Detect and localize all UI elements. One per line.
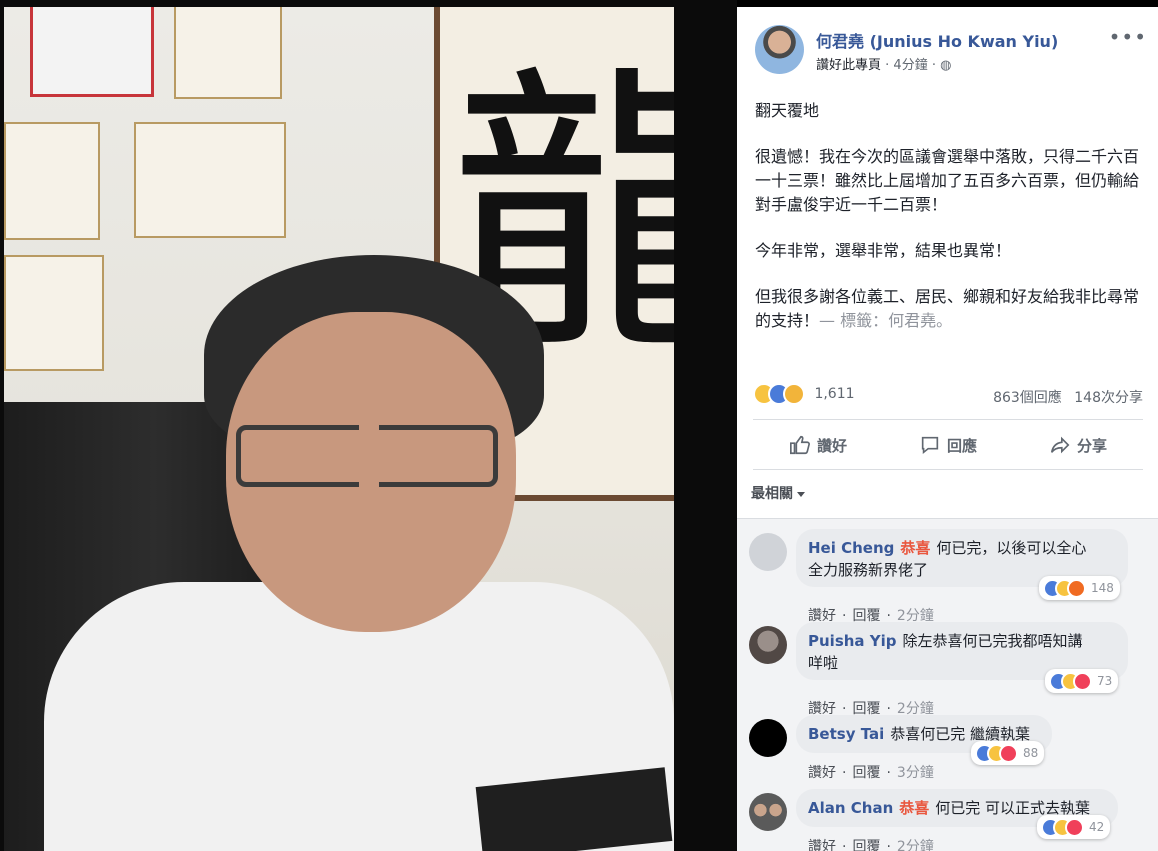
love-icon [999,743,1018,763]
post-text: 翻天覆地 很遺憾！我在今次的區議會選舉中落敗，只得二千六百一十三票！雖然比上屆增… [755,99,1145,355]
reaction-icons[interactable] [753,383,805,405]
comments-count[interactable]: 863個回應 [993,390,1062,406]
love-icon [1073,671,1092,691]
reactions-count[interactable]: 1,611 [814,386,854,402]
comment-time[interactable]: 3分鐘 [897,765,934,781]
user-avatar[interactable] [749,626,787,664]
wall-certificate [174,7,282,99]
comment-reaction-count: 42 [1089,820,1105,834]
post-paragraph: 今年非常，選舉非常，結果也異常！ [755,241,1012,260]
post-panel: 何君堯 (Junius Ho Kwan Yiu) 讚好此專頁 · 4分鐘 · ◍… [737,7,1158,851]
mention-tag: 恭喜 [899,799,930,817]
post-stats: 1,611 863個回應 148次分享 [753,383,1143,409]
user-avatar[interactable] [749,793,787,831]
tag-suffix: 。 [936,311,953,330]
comment-reaction-count: 148 [1091,581,1114,595]
photo-viewer: 龍 [0,0,737,851]
comment-reactions[interactable]: 73 [1045,669,1119,693]
separator: · [931,58,941,73]
post-paragraph-last: 但我很多謝各位義工、居民、鄉親和好友給我非比尋常的支持！— 標籤：何君堯。 [755,285,1145,333]
shares-count[interactable]: 148次分享 [1074,390,1143,406]
comment-reaction-count: 88 [1023,746,1039,760]
post-photo[interactable]: 龍 [4,7,674,851]
tag-prefix: — 標籤： [819,311,889,330]
globe-icon: ◍ [940,58,952,73]
comment-sort-dropdown[interactable]: 最相關 [751,483,805,503]
like-button[interactable]: 讚好 [789,434,847,456]
divider [753,419,1143,420]
comment-reaction-count: 73 [1097,674,1113,688]
comment-reactions[interactable]: 148 [1039,576,1120,600]
caret-down-icon [797,491,805,497]
like-button-label: 讚好 [816,436,847,455]
comment-text: 咩啦 [808,654,839,672]
comment-actions: 讚好 · 回覆 · 3分鐘 [808,762,940,782]
dot: · [886,765,891,781]
glasses [236,425,498,487]
comment-actions: 讚好 · 回覆 · 2分鐘 [808,836,940,851]
commenter-name[interactable]: Puisha Yip [808,632,897,650]
wall-certificate [4,122,100,240]
user-avatar[interactable] [749,719,787,757]
thumbs-up-icon [789,435,810,455]
post-paragraph: 很遺憾！我在今次的區議會選舉中落敗，只得二千六百一十三票！雖然比上屆增加了五百多… [755,147,1140,214]
mention-tag: 恭喜 [900,539,931,557]
comment-text: 除左恭喜何已完我都唔知講 [902,632,1083,650]
love-icon [1065,817,1084,837]
comment-reactions[interactable]: 88 [971,741,1045,765]
dot: · [842,839,847,851]
commenter-name[interactable]: Alan Chan [808,799,893,817]
commenter-name[interactable]: Betsy Tai [808,725,884,743]
like-page-link[interactable]: 讚好此專頁 [816,58,881,73]
comment-button-label: 回應 [946,436,977,455]
post-actions: 讚好 回應 分享 [753,427,1143,463]
share-button[interactable]: 分享 [1049,434,1107,456]
post-time[interactable]: 4分鐘 [893,58,927,73]
comment-like-link[interactable]: 讚好 [808,765,836,781]
more-options-icon[interactable]: ••• [1109,25,1147,49]
sad-icon [783,383,805,405]
wall-certificate [134,122,286,238]
comment-reactions[interactable]: 42 [1037,815,1111,839]
wall-certificate [4,255,104,371]
comment-button[interactable]: 回應 [919,434,977,456]
post-meta: 讚好此專頁 · 4分鐘 · ◍ [816,54,951,73]
stats-right: 863個回應 148次分享 [993,387,1143,407]
post-paragraph: 翻天覆地 [755,101,820,120]
wall-certificate [30,7,154,97]
author-avatar[interactable] [755,25,804,74]
commenter-name[interactable]: Hei Cheng [808,539,894,557]
default-avatar-icon[interactable] [749,533,787,571]
dot: · [842,765,847,781]
share-button-label: 分享 [1076,436,1107,455]
divider [753,469,1143,470]
share-icon [1050,436,1070,454]
tag-link[interactable]: 何君堯 [888,311,936,330]
comment-reply-link[interactable]: 回覆 [852,765,880,781]
comment-time[interactable]: 2分鐘 [897,839,934,851]
comment-icon [921,436,939,455]
angry-icon [1067,578,1086,598]
sort-label: 最相關 [751,486,793,502]
comment-text: 何已完，以後可以全心 [936,539,1087,557]
comment-reply-link[interactable]: 回覆 [852,839,880,851]
comments-section: Hei Cheng 恭喜 何已完，以後可以全心 全力服務新界佬了 148 讚好 · 回覆 ·… [737,518,1158,851]
dot: · [886,839,891,851]
author-name[interactable]: 何君堯 (Junius Ho Kwan Yiu) [816,28,1058,52]
comment-like-link[interactable]: 讚好 [808,839,836,851]
comment-text: 全力服務新界佬了 [808,561,929,579]
post-header: 何君堯 (Junius Ho Kwan Yiu) 讚好此專頁 · 4分鐘 · ◍… [755,25,1147,85]
